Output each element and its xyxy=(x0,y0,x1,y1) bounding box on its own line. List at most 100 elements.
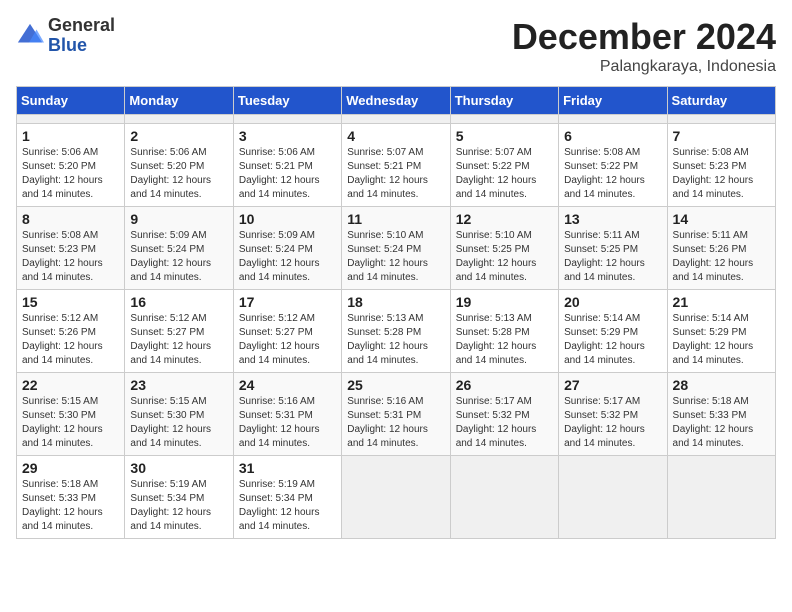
day-info: Sunrise: 5:09 AM Sunset: 5:24 PM Dayligh… xyxy=(130,229,227,285)
calendar-cell: 22 Sunrise: 5:15 AM Sunset: 5:30 PM Dayli… xyxy=(17,373,125,456)
calendar-cell: 1 Sunrise: 5:06 AM Sunset: 5:20 PM Daylig… xyxy=(17,124,125,207)
calendar-cell: 19Sunrise: 5:13 AM Sunset: 5:28 PM Dayli… xyxy=(450,290,558,373)
calendar-cell xyxy=(667,115,775,124)
calendar-cell xyxy=(450,115,558,124)
calendar-week-row: 15 Sunrise: 5:12 AM Sunset: 5:26 PM Dayli… xyxy=(17,290,776,373)
calendar-cell xyxy=(17,115,125,124)
calendar-cell: 29 Sunrise: 5:18 AM Sunset: 5:33 PM Dayli… xyxy=(17,456,125,539)
day-of-week-header: Monday xyxy=(125,87,233,115)
calendar-cell xyxy=(342,115,450,124)
calendar-week-row: 29 Sunrise: 5:18 AM Sunset: 5:33 PM Dayli… xyxy=(17,456,776,539)
day-number: 10 xyxy=(239,211,336,227)
day-number: 22 xyxy=(22,377,119,393)
calendar-cell xyxy=(559,456,667,539)
calendar-cell xyxy=(667,456,775,539)
day-number: 19 xyxy=(456,294,553,310)
logo: General Blue xyxy=(16,16,115,56)
day-info: Sunrise: 5:12 AM Sunset: 5:26 PM Dayligh… xyxy=(22,312,119,368)
calendar-cell: 14Sunrise: 5:11 AM Sunset: 5:26 PM Dayli… xyxy=(667,207,775,290)
day-info: Sunrise: 5:19 AM Sunset: 5:34 PM Dayligh… xyxy=(130,478,227,534)
day-info: Sunrise: 5:16 AM Sunset: 5:31 PM Dayligh… xyxy=(347,395,444,451)
logo-icon xyxy=(16,22,44,50)
day-number: 18 xyxy=(347,294,444,310)
day-info: Sunrise: 5:15 AM Sunset: 5:30 PM Dayligh… xyxy=(130,395,227,451)
day-info: Sunrise: 5:10 AM Sunset: 5:25 PM Dayligh… xyxy=(456,229,553,285)
day-number: 1 xyxy=(22,128,119,144)
day-number: 7 xyxy=(673,128,770,144)
day-number: 27 xyxy=(564,377,661,393)
day-number: 4 xyxy=(347,128,444,144)
day-info: Sunrise: 5:06 AM Sunset: 5:20 PM Dayligh… xyxy=(130,146,227,202)
day-info: Sunrise: 5:07 AM Sunset: 5:21 PM Dayligh… xyxy=(347,146,444,202)
day-info: Sunrise: 5:14 AM Sunset: 5:29 PM Dayligh… xyxy=(673,312,770,368)
day-info: Sunrise: 5:17 AM Sunset: 5:32 PM Dayligh… xyxy=(564,395,661,451)
calendar-cell xyxy=(342,456,450,539)
logo-blue: Blue xyxy=(48,35,87,55)
calendar-cell: 15 Sunrise: 5:12 AM Sunset: 5:26 PM Dayli… xyxy=(17,290,125,373)
calendar-cell: 6Sunrise: 5:08 AM Sunset: 5:22 PM Daylig… xyxy=(559,124,667,207)
day-of-week-header: Tuesday xyxy=(233,87,341,115)
day-number: 2 xyxy=(130,128,227,144)
day-info: Sunrise: 5:06 AM Sunset: 5:20 PM Dayligh… xyxy=(22,146,119,202)
day-number: 24 xyxy=(239,377,336,393)
title-area: December 2024 Palangkaraya, Indonesia xyxy=(512,16,776,76)
day-number: 23 xyxy=(130,377,227,393)
calendar-cell xyxy=(233,115,341,124)
day-number: 29 xyxy=(22,460,119,476)
calendar-cell: 18 Sunrise: 5:13 AM Sunset: 5:28 PM Dayli… xyxy=(342,290,450,373)
day-number: 15 xyxy=(22,294,119,310)
calendar-cell: 5Sunrise: 5:07 AM Sunset: 5:22 PM Daylig… xyxy=(450,124,558,207)
calendar-cell: 26 Sunrise: 5:17 AM Sunset: 5:32 PM Dayli… xyxy=(450,373,558,456)
calendar-cell xyxy=(450,456,558,539)
calendar-table: SundayMondayTuesdayWednesdayThursdayFrid… xyxy=(16,86,776,539)
location-subtitle: Palangkaraya, Indonesia xyxy=(512,58,776,76)
day-info: Sunrise: 5:11 AM Sunset: 5:26 PM Dayligh… xyxy=(673,229,770,285)
day-info: Sunrise: 5:17 AM Sunset: 5:32 PM Dayligh… xyxy=(456,395,553,451)
calendar-cell: 4 Sunrise: 5:07 AM Sunset: 5:21 PM Daylig… xyxy=(342,124,450,207)
day-number: 9 xyxy=(130,211,227,227)
day-number: 13 xyxy=(564,211,661,227)
calendar-cell xyxy=(559,115,667,124)
calendar-cell: 13 Sunrise: 5:11 AM Sunset: 5:25 PM Dayli… xyxy=(559,207,667,290)
day-info: Sunrise: 5:08 AM Sunset: 5:23 PM Dayligh… xyxy=(22,229,119,285)
day-number: 26 xyxy=(456,377,553,393)
day-info: Sunrise: 5:18 AM Sunset: 5:33 PM Dayligh… xyxy=(673,395,770,451)
logo-text: General Blue xyxy=(48,16,115,56)
calendar-cell: 23 Sunrise: 5:15 AM Sunset: 5:30 PM Dayli… xyxy=(125,373,233,456)
day-number: 8 xyxy=(22,211,119,227)
day-number: 16 xyxy=(130,294,227,310)
calendar-cell: 20Sunrise: 5:14 AM Sunset: 5:29 PM Dayli… xyxy=(559,290,667,373)
day-number: 25 xyxy=(347,377,444,393)
calendar-cell: 28 Sunrise: 5:18 AM Sunset: 5:33 PM Dayli… xyxy=(667,373,775,456)
calendar-cell xyxy=(125,115,233,124)
calendar-cell: 21 Sunrise: 5:14 AM Sunset: 5:29 PM Dayli… xyxy=(667,290,775,373)
day-info: Sunrise: 5:08 AM Sunset: 5:23 PM Dayligh… xyxy=(673,146,770,202)
day-number: 3 xyxy=(239,128,336,144)
calendar-cell: 7 Sunrise: 5:08 AM Sunset: 5:23 PM Daylig… xyxy=(667,124,775,207)
day-number: 30 xyxy=(130,460,227,476)
day-number: 17 xyxy=(239,294,336,310)
day-info: Sunrise: 5:18 AM Sunset: 5:33 PM Dayligh… xyxy=(22,478,119,534)
day-info: Sunrise: 5:11 AM Sunset: 5:25 PM Dayligh… xyxy=(564,229,661,285)
day-of-week-header: Sunday xyxy=(17,87,125,115)
day-of-week-header: Saturday xyxy=(667,87,775,115)
day-number: 5 xyxy=(456,128,553,144)
day-info: Sunrise: 5:15 AM Sunset: 5:30 PM Dayligh… xyxy=(22,395,119,451)
calendar-cell: 11Sunrise: 5:10 AM Sunset: 5:24 PM Dayli… xyxy=(342,207,450,290)
calendar-cell: 31Sunrise: 5:19 AM Sunset: 5:34 PM Dayli… xyxy=(233,456,341,539)
day-info: Sunrise: 5:06 AM Sunset: 5:21 PM Dayligh… xyxy=(239,146,336,202)
calendar-cell: 16 Sunrise: 5:12 AM Sunset: 5:27 PM Dayli… xyxy=(125,290,233,373)
page-header: General Blue December 2024 Palangkaraya,… xyxy=(16,16,776,76)
day-number: 31 xyxy=(239,460,336,476)
day-number: 21 xyxy=(673,294,770,310)
calendar-week-row: 1 Sunrise: 5:06 AM Sunset: 5:20 PM Daylig… xyxy=(17,124,776,207)
day-of-week-header: Wednesday xyxy=(342,87,450,115)
calendar-cell: 8 Sunrise: 5:08 AM Sunset: 5:23 PM Daylig… xyxy=(17,207,125,290)
day-info: Sunrise: 5:12 AM Sunset: 5:27 PM Dayligh… xyxy=(130,312,227,368)
calendar-cell: 10 Sunrise: 5:09 AM Sunset: 5:24 PM Dayli… xyxy=(233,207,341,290)
day-info: Sunrise: 5:09 AM Sunset: 5:24 PM Dayligh… xyxy=(239,229,336,285)
day-info: Sunrise: 5:13 AM Sunset: 5:28 PM Dayligh… xyxy=(347,312,444,368)
day-number: 20 xyxy=(564,294,661,310)
day-number: 28 xyxy=(673,377,770,393)
day-info: Sunrise: 5:12 AM Sunset: 5:27 PM Dayligh… xyxy=(239,312,336,368)
